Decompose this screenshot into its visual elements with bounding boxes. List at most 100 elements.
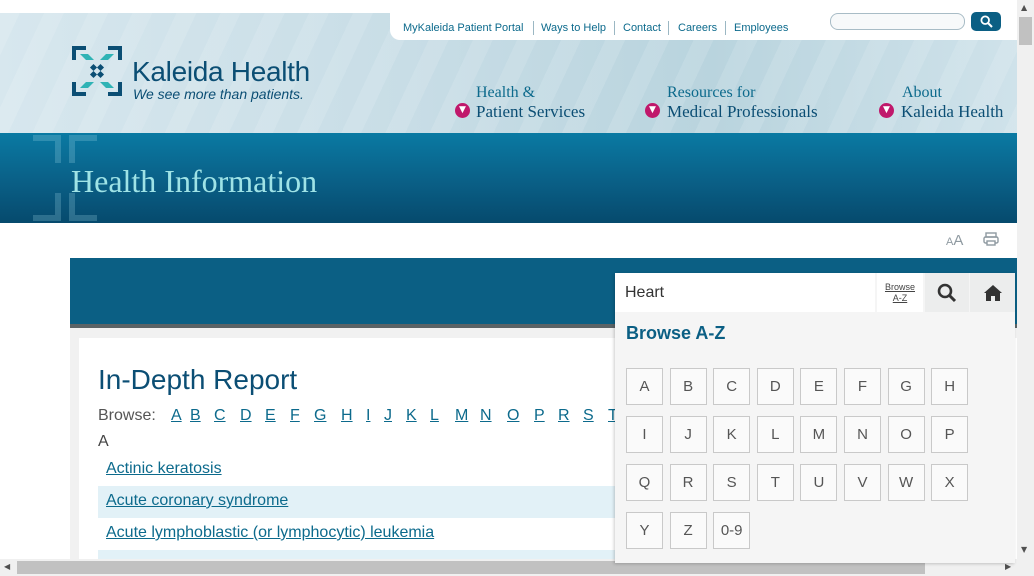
logo-mark-icon [72,46,122,96]
browse-label: Browse: [98,407,156,424]
az-letter-button[interactable]: N [844,416,881,453]
az-letter-button[interactable]: F [844,368,881,405]
browse-letter-link[interactable]: B [190,407,201,425]
utility-link-contact[interactable]: Contact [623,22,661,34]
az-letter-button[interactable]: Z [669,512,707,549]
browse-letter-link[interactable]: R [558,407,570,425]
browse-letter-link[interactable]: A [171,407,182,425]
search-icon [937,283,957,302]
browse-az-link[interactable]: Browse A-Z [877,273,923,312]
az-letter-button[interactable]: I [626,416,663,453]
browse-letter-link[interactable]: I [366,407,370,425]
az-letter-button[interactable]: 0-9 [713,512,751,549]
main-nav-line1: Resources for [667,84,756,101]
vertical-scroll-thumb[interactable] [1019,17,1032,45]
az-letter-button[interactable]: T [756,464,794,501]
text-size-control[interactable]: AA [946,232,963,249]
main-nav-line2: Medical Professionals [667,102,818,121]
az-letter-button[interactable]: G [887,368,925,405]
scroll-down-arrow-icon[interactable]: ▼ [1021,545,1027,554]
utility-link-ways-to-help[interactable]: Ways to Help [541,22,606,34]
main-nav-line2: Patient Services [476,102,586,121]
site-search-button[interactable] [971,12,1001,31]
browse-letter-link[interactable]: S [583,407,594,425]
browse-letter-link[interactable]: M [455,407,468,425]
az-letter-button[interactable]: R [669,464,707,501]
list-item: Acute coronary syndrome [98,486,618,518]
chevron-down-icon: ▼ [645,103,660,118]
search-icon [979,15,993,28]
main-nav-health-patient-services[interactable]: Health & Patient Services ▼ [455,84,585,122]
az-letter-button[interactable]: W [887,464,925,501]
chevron-down-icon: ▼ [879,103,894,118]
az-letter-button[interactable]: L [756,416,794,453]
az-letter-button[interactable]: E [800,368,838,405]
main-nav-line1: Health & [476,84,536,101]
divider [725,21,726,35]
az-letter-button[interactable]: M [800,416,838,453]
search-browse-panel: BrowseA-Z Browse A-Z ABCDEFGH IJKLMNOP QRS… [615,273,1015,563]
browse-az-heading: Browse A-Z [626,323,726,343]
browse-letter-link[interactable]: J [384,407,392,425]
az-letter-button[interactable]: J [669,416,707,453]
home-button[interactable] [970,273,1015,312]
report-title: In-Depth Report [98,364,298,395]
home-icon [983,284,1002,301]
topic-link[interactable]: Acute lymphoblastic (or lymphocytic) leu… [106,524,434,542]
az-letter-button[interactable]: C [713,368,751,405]
browse-letter-link[interactable]: E [265,407,276,425]
vertical-scrollbar[interactable]: ▲ ▼ [1017,0,1034,559]
browse-letter-link[interactable]: D [240,407,252,425]
az-letter-button[interactable]: O [887,416,925,453]
search-button[interactable] [925,273,969,312]
topic-link[interactable]: Acute coronary syndrome [106,492,288,510]
divider [668,21,669,35]
az-letter-button[interactable]: K [713,416,751,453]
brand-name: Kaleida Health [132,56,310,87]
main-nav-line2: Kaleida Health [901,102,1004,121]
browse-letter-link[interactable]: P [534,407,545,425]
utility-link-patient-portal[interactable]: MyKaleida Patient Portal [403,22,523,34]
main-nav-about-kaleida-health[interactable]: About Kaleida Health ▼ [879,84,1003,122]
utility-link-employees[interactable]: Employees [734,22,788,34]
az-letter-button[interactable]: V [844,464,881,501]
browse-letter-link[interactable]: H [341,407,353,425]
print-icon[interactable] [983,232,999,246]
az-letter-button[interactable]: D [756,368,794,405]
scroll-up-arrow-icon[interactable]: ▲ [1021,3,1027,12]
az-letter-button[interactable]: U [800,464,838,501]
browse-letter-link[interactable]: O [507,407,519,425]
scroll-left-arrow-icon[interactable]: ◀ [4,562,10,571]
list-item [98,550,618,559]
list-item: Actinic keratosis [98,454,618,486]
az-letter-button[interactable]: Y [626,512,663,549]
font-size-large[interactable]: A [953,232,963,249]
browse-letter-link[interactable]: C [214,407,226,425]
browse-letter-link[interactable]: K [406,407,417,425]
az-letter-button[interactable]: S [713,464,751,501]
health-search-input[interactable] [615,273,875,312]
az-letter-button[interactable]: Q [626,464,663,501]
az-letter-button[interactable]: A [626,368,663,405]
divider [533,21,534,35]
az-letter-button[interactable]: X [931,464,969,501]
scroll-right-arrow-icon[interactable]: ▶ [1005,562,1011,571]
chevron-down-icon: ▼ [455,103,470,118]
top-strip [0,0,1034,13]
section-letter: A [98,433,109,450]
main-nav-resources-medical-professionals[interactable]: Resources for Medical Professionals ▼ [645,84,818,122]
utility-link-careers[interactable]: Careers [678,22,717,34]
az-letter-button[interactable]: B [669,368,707,405]
az-letter-button[interactable]: P [931,416,969,453]
brand-tagline: We see more than patients. [133,86,304,102]
page-banner: Health Information [0,133,1017,223]
browse-letter-link[interactable]: F [290,407,300,425]
az-letter-button[interactable]: H [931,368,969,405]
topic-link[interactable]: Actinic keratosis [106,460,222,478]
browse-letter-link[interactable]: L [430,407,439,425]
site-search-input[interactable] [830,13,965,30]
list-item: Acute lymphoblastic (or lymphocytic) leu… [98,518,618,550]
browse-letter-link[interactable]: G [314,407,326,425]
browse-letter-link[interactable]: N [480,407,492,425]
divider [614,21,615,35]
